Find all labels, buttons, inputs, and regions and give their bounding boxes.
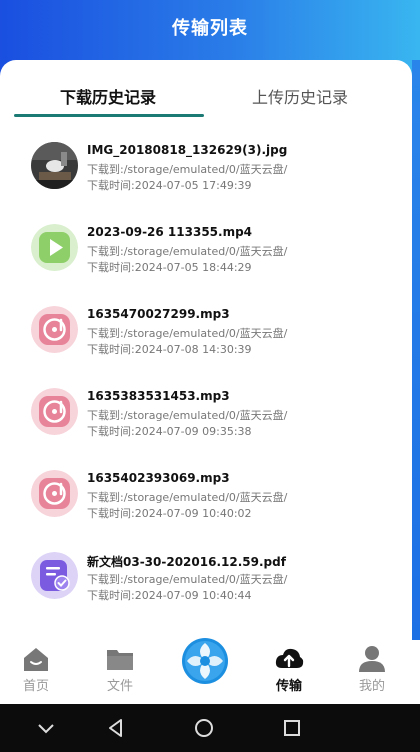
list-item[interactable]: 新文档03-30-202016.12.59.pdf 下载到:/storage/e… [0, 540, 412, 610]
status-bar [0, 0, 420, 8]
tab-download-history[interactable]: 下载历史记录 [60, 84, 156, 108]
home-icon [21, 644, 51, 674]
file-name: 1635470027299.mp3 [87, 307, 230, 321]
file-path: 下载到:/storage/emulated/0/蓝天云盘/ [87, 491, 288, 504]
folder-icon [105, 644, 135, 674]
file-path: 下载到:/storage/emulated/0/蓝天云盘/ [87, 409, 288, 422]
nav-label: 首页 [22, 679, 49, 694]
file-time: 下载时间:2024-07-05 17:49:39 [87, 179, 252, 192]
list-item[interactable]: 2023-09-26 113355.mp4 下载到:/storage/emula… [0, 212, 412, 282]
back-icon[interactable] [100, 712, 132, 744]
music-icon [31, 306, 78, 353]
center-action-button[interactable] [181, 637, 229, 685]
nav-label: 我的 [358, 679, 385, 694]
transfer-list-card: 下载历史记录 上传历史记录 IMG_20180818_132629(3).jpg… [0, 60, 412, 640]
nav-item-files[interactable]: 文件 [90, 640, 150, 704]
header-background-edge [412, 60, 420, 640]
file-path: 下载到:/storage/emulated/0/蓝天云盘/ [87, 245, 288, 258]
file-path: 下载到:/storage/emulated/0/蓝天云盘/ [87, 163, 288, 176]
nav-item-home[interactable]: 首页 [6, 640, 66, 704]
list-item[interactable]: 1635383531453.mp3 下载到:/storage/emulated/… [0, 376, 412, 446]
file-path: 下载到:/storage/emulated/0/蓝天云盘/ [87, 327, 288, 340]
file-name: 1635383531453.mp3 [87, 389, 230, 403]
file-name: 1635402393069.mp3 [87, 471, 230, 485]
tab-indicator [14, 114, 204, 117]
nav-label: 传输 [275, 679, 302, 694]
document-icon [31, 552, 78, 599]
file-name: 新文档03-30-202016.12.59.pdf [87, 555, 286, 569]
person-icon [357, 644, 387, 674]
nav-item-profile[interactable]: 我的 [342, 640, 402, 704]
file-time: 下载时间:2024-07-09 10:40:02 [87, 507, 252, 520]
list-item[interactable]: IMG_20180818_132629(3).jpg 下载到:/storage/… [0, 130, 412, 200]
file-path: 下载到:/storage/emulated/0/蓝天云盘/ [87, 573, 288, 586]
system-navigation-bar [0, 704, 420, 752]
video-icon [31, 224, 78, 271]
chevron-down-icon[interactable] [30, 712, 62, 744]
tab-upload-history[interactable]: 上传历史记录 [252, 84, 348, 108]
file-time: 下载时间:2024-07-09 09:35:38 [87, 425, 252, 438]
nav-item-transfer[interactable]: 传输 [259, 640, 319, 704]
nav-label: 文件 [106, 679, 133, 694]
home-circle-icon[interactable] [188, 712, 220, 744]
tab-bar: 下载历史记录 上传历史记录 [0, 60, 412, 118]
music-icon [31, 388, 78, 435]
music-icon [31, 470, 78, 517]
file-name: 2023-09-26 113355.mp4 [87, 225, 253, 239]
list-item[interactable]: 1635470027299.mp3 下载到:/storage/emulated/… [0, 294, 412, 364]
file-time: 下载时间:2024-07-09 10:40:44 [87, 589, 252, 602]
file-time: 下载时间:2024-07-08 14:30:39 [87, 343, 252, 356]
cloud-upload-icon [274, 644, 304, 674]
app-logo-icon [182, 638, 228, 684]
file-name: IMG_20180818_132629(3).jpg [87, 143, 288, 157]
recents-square-icon[interactable] [276, 712, 308, 744]
image-thumbnail [31, 142, 78, 189]
page-title: 传输列表 [172, 18, 248, 39]
list-item[interactable]: 1635402393069.mp3 下载到:/storage/emulated/… [0, 458, 412, 528]
file-time: 下载时间:2024-07-05 18:44:29 [87, 261, 252, 274]
